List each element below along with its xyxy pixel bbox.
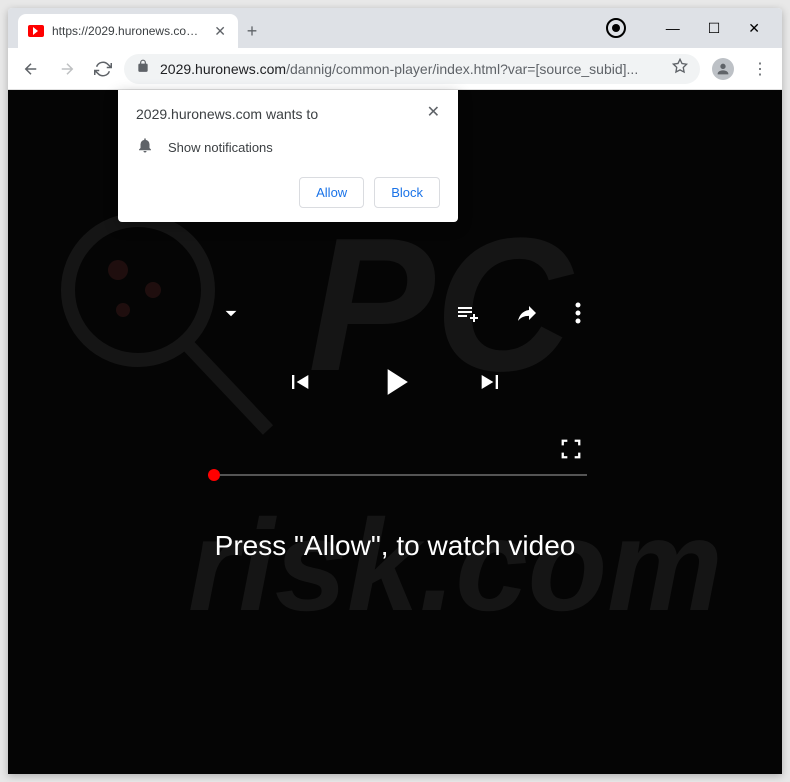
player-top-bar [8, 300, 782, 331]
notification-message: Show notifications [168, 140, 273, 155]
chevron-down-icon[interactable] [218, 300, 244, 331]
forward-button[interactable] [52, 54, 82, 84]
address-bar[interactable]: 2029.huronews.com/dannig/common-player/i… [124, 54, 700, 84]
notification-close-icon[interactable]: ✕ [427, 102, 440, 122]
close-button[interactable]: ✕ [748, 20, 760, 37]
browser-tab[interactable]: https://2029.huronews.com/dann ✕ [18, 14, 238, 48]
window-controls: — ☐ ✕ [644, 8, 782, 48]
window-titlebar: https://2029.huronews.com/dann ✕ + — ☐ ✕ [8, 8, 782, 48]
queue-add-icon[interactable] [454, 301, 480, 330]
maximize-button[interactable]: ☐ [708, 20, 721, 37]
reload-button[interactable] [88, 54, 118, 84]
back-button[interactable] [16, 54, 46, 84]
profile-indicator-icon[interactable] [606, 18, 626, 38]
share-icon[interactable] [514, 301, 540, 330]
notification-prompt: 2029.huronews.com wants to ✕ Show notifi… [118, 90, 458, 222]
tab-title: https://2029.huronews.com/dann [52, 24, 204, 38]
player-controls [8, 360, 782, 409]
bell-icon [136, 136, 154, 159]
svg-text:risk.com: risk.com [188, 492, 723, 638]
browser-toolbar: 2029.huronews.com/dannig/common-player/i… [8, 48, 782, 90]
fullscreen-icon[interactable] [560, 438, 582, 465]
seek-track [208, 474, 587, 476]
lock-icon [136, 59, 150, 78]
browser-window: https://2029.huronews.com/dann ✕ + — ☐ ✕… [8, 8, 782, 774]
play-icon[interactable] [373, 360, 417, 409]
new-tab-button[interactable]: + [238, 14, 266, 48]
profile-avatar[interactable] [712, 58, 734, 80]
tab-close-icon[interactable]: ✕ [212, 23, 228, 40]
minimize-button[interactable]: — [666, 20, 680, 36]
block-button[interactable]: Block [374, 177, 440, 208]
bookmark-star-icon[interactable] [672, 58, 688, 79]
previous-track-icon[interactable] [285, 368, 313, 401]
notification-title: 2029.huronews.com wants to [136, 106, 318, 122]
next-track-icon[interactable] [477, 368, 505, 401]
page-content: PC risk.com 2029.huronews.com wants to ✕… [8, 90, 782, 774]
url-text: 2029.huronews.com/dannig/common-player/i… [160, 61, 662, 77]
youtube-icon [28, 25, 44, 37]
seek-bar[interactable] [208, 465, 587, 485]
allow-button[interactable]: Allow [299, 177, 364, 208]
browser-menu-icon[interactable]: ⋮ [746, 59, 774, 79]
more-icon[interactable] [574, 302, 582, 329]
call-to-action-text: Press "Allow", to watch video [8, 530, 782, 562]
seek-handle-icon[interactable] [208, 469, 220, 481]
